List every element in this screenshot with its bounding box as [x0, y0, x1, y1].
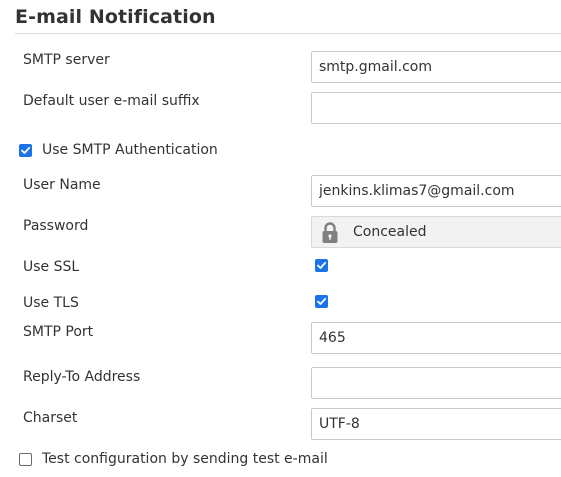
user-name-label: User Name	[23, 177, 101, 193]
checkmark-icon	[317, 297, 327, 305]
checkmark-icon	[317, 261, 327, 269]
default-suffix-label: Default user e-mail suffix	[23, 93, 200, 109]
use-tls-checkbox[interactable]	[315, 295, 328, 308]
password-label: Password	[23, 218, 89, 234]
use-smtp-auth-label[interactable]: Use SMTP Authentication	[42, 142, 218, 158]
reply-to-input[interactable]	[311, 367, 561, 399]
checkmark-icon	[21, 146, 31, 154]
smtp-server-input[interactable]	[311, 51, 561, 83]
default-suffix-input[interactable]	[311, 92, 561, 124]
use-ssl-checkbox[interactable]	[315, 259, 328, 272]
password-concealed-field[interactable]: Concealed	[311, 216, 561, 248]
lock-icon	[322, 222, 338, 243]
section-divider	[15, 33, 561, 34]
use-ssl-label: Use SSL	[23, 259, 80, 275]
use-smtp-auth-checkbox[interactable]	[19, 144, 32, 157]
test-config-label[interactable]: Test configuration by sending test e-mai…	[42, 451, 328, 467]
user-name-input[interactable]	[311, 175, 561, 207]
smtp-port-input[interactable]	[311, 322, 561, 354]
charset-input[interactable]	[311, 408, 561, 440]
concealed-text: Concealed	[353, 224, 427, 240]
section-title: E-mail Notification	[15, 6, 216, 28]
use-tls-label: Use TLS	[23, 295, 79, 311]
reply-to-label: Reply-To Address	[23, 369, 141, 385]
test-config-checkbox[interactable]	[19, 453, 32, 466]
smtp-server-label: SMTP server	[23, 52, 110, 68]
email-notification-section: E-mail Notification SMTP server Default …	[0, 0, 561, 477]
charset-label: Charset	[23, 410, 78, 426]
smtp-port-label: SMTP Port	[23, 324, 94, 340]
